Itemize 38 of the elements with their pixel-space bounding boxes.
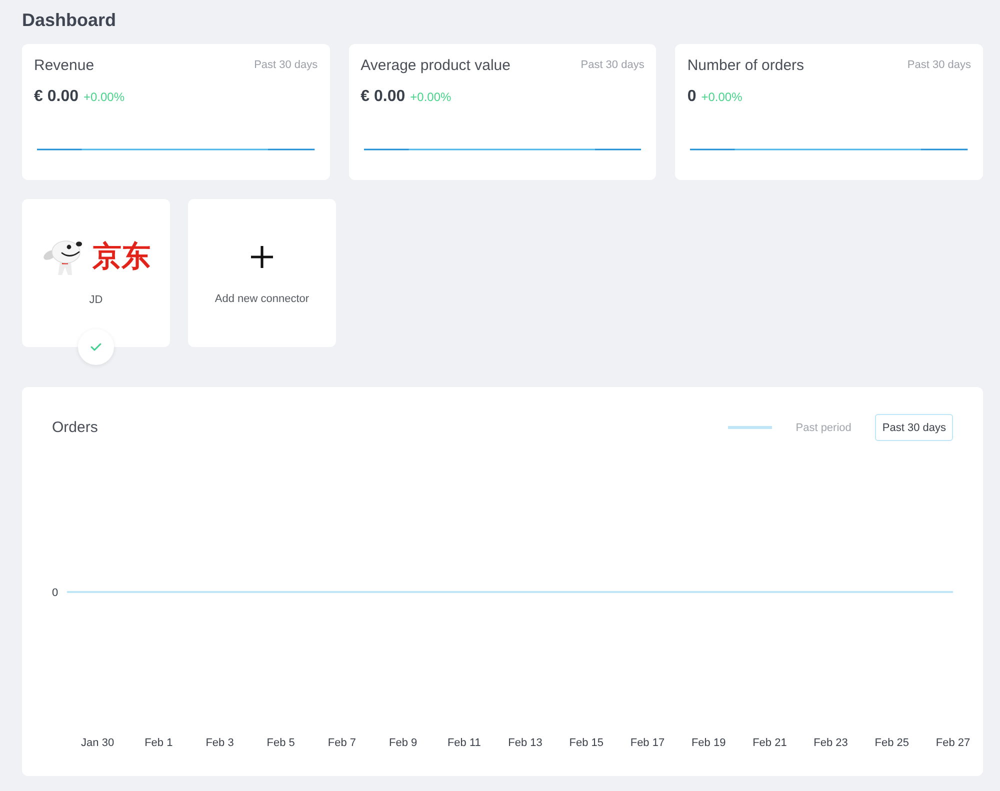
x-axis-label: Jan 30	[81, 737, 114, 749]
metric-value: € 0.00	[34, 87, 78, 106]
x-axis-label: Feb 7	[328, 737, 356, 749]
period-label: Past 30 days	[907, 59, 971, 71]
x-axis-label: Feb 21	[752, 737, 787, 749]
x-axis-label: Feb 17	[630, 737, 665, 749]
y-axis-label: 0	[52, 587, 58, 599]
x-axis-label: Feb 3	[206, 737, 234, 749]
metric-change: +0.00%	[410, 89, 452, 106]
x-axis-label: Feb 27	[936, 737, 970, 749]
connector-card[interactable]: 京东 JD	[22, 199, 170, 347]
x-axis-label: Feb 23	[814, 737, 848, 749]
connector-name: JD	[89, 293, 103, 308]
x-axis-label: Feb 5	[266, 737, 295, 749]
metric-value: € 0.00	[360, 87, 406, 106]
metric-title: Number of orders	[687, 56, 804, 74]
metric-value: 0	[687, 87, 696, 106]
x-axis-label: Feb 19	[691, 737, 726, 749]
logo-text: 京东	[92, 240, 150, 275]
period-button[interactable]: Past 30 days	[875, 414, 953, 441]
plus-icon	[251, 246, 273, 268]
x-axis-label: Feb 9	[389, 737, 418, 749]
metric-title: Average product value	[360, 56, 510, 74]
x-axis-label: Feb 25	[874, 737, 910, 749]
x-axis-label: Feb 13	[508, 737, 542, 749]
period-label: Past 30 days	[254, 59, 318, 71]
metric-change: +0.00%	[701, 89, 742, 106]
chart-title: Orders	[52, 419, 98, 436]
metric-title: Revenue	[34, 56, 94, 74]
add-connector-button[interactable]: Add new connector	[188, 199, 336, 347]
x-axis-label: Feb 1	[144, 737, 173, 749]
legend-line-icon	[728, 426, 772, 429]
legend-label: Past period	[796, 422, 852, 434]
period-label: Past 30 days	[580, 59, 644, 71]
x-axis-label: Feb 15	[569, 737, 604, 749]
metric-change: +0.00%	[83, 89, 125, 106]
page-title: Dashboard	[22, 9, 116, 32]
x-axis-label: Feb 11	[447, 737, 481, 749]
